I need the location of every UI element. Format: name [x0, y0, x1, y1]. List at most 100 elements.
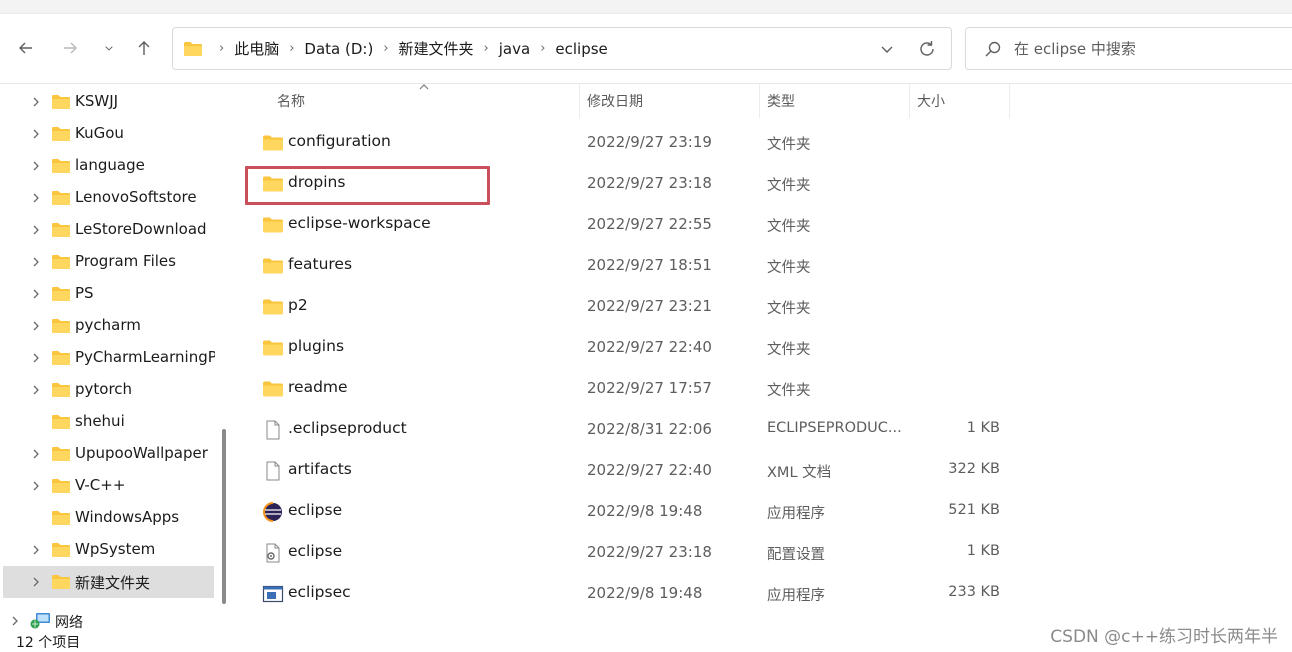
chevron-right-icon[interactable]: ›	[484, 41, 489, 56]
column-divider[interactable]	[579, 84, 580, 118]
breadcrumb-eclipse[interactable]: eclipse	[555, 40, 607, 58]
breadcrumb-java[interactable]: java	[499, 40, 530, 58]
sidebar-item-kugou[interactable]: KuGou	[3, 118, 214, 150]
navigation-pane: KSWJJ KuGou language LenovoSoftstore LeS…	[0, 84, 236, 631]
file-modified: 2022/9/8 19:48	[587, 502, 703, 520]
chevron-right-icon[interactable]	[30, 320, 42, 332]
chevron-down-icon[interactable]	[876, 39, 898, 59]
chevron-right-icon[interactable]: ›	[383, 41, 388, 56]
file-modified: 2022/8/31 22:06	[587, 420, 712, 438]
chevron-right-icon[interactable]	[30, 576, 42, 588]
sidebar-item-new-folder[interactable]: 新建文件夹	[3, 566, 214, 598]
chevron-right-icon[interactable]	[30, 96, 42, 108]
breadcrumb-this-pc[interactable]: 此电脑	[234, 38, 279, 59]
sidebar-item-pytorch[interactable]: pytorch	[3, 374, 214, 406]
folder-icon	[52, 287, 70, 301]
chevron-right-icon: ›	[219, 41, 225, 56]
file-row[interactable]: eclipse 2022/9/27 23:18 配置设置 1 KB	[252, 533, 1012, 571]
column-divider[interactable]	[1009, 84, 1010, 118]
chevron-right-icon[interactable]	[30, 448, 42, 460]
chevron-right-icon[interactable]	[30, 384, 42, 396]
sidebar-item-ps[interactable]: PS	[3, 278, 214, 310]
sidebar-item-language[interactable]: language	[3, 150, 214, 182]
sidebar-item-pycharm[interactable]: pycharm	[3, 310, 214, 342]
sidebar-item-upupoowallpaper[interactable]: UpupooWallpaper	[3, 438, 214, 470]
chevron-right-icon[interactable]	[30, 288, 42, 300]
chevron-right-icon[interactable]	[30, 128, 42, 140]
file-row[interactable]: readme 2022/9/27 17:57 文件夹	[252, 369, 1012, 407]
sidebar-item-program-files[interactable]: Program Files	[3, 246, 214, 278]
chevron-right-icon[interactable]	[30, 224, 42, 236]
column-divider[interactable]	[909, 84, 910, 118]
back-button[interactable]	[12, 34, 40, 62]
folder-icon	[263, 340, 283, 356]
file-type: 应用程序	[767, 588, 825, 604]
forward-button[interactable]	[56, 34, 84, 62]
file-modified: 2022/9/27 18:51	[587, 256, 712, 274]
sidebar-item-label: PS	[75, 284, 94, 302]
file-modified: 2022/9/27 23:21	[587, 297, 712, 315]
breadcrumb-new-folder[interactable]: 新建文件夹	[399, 38, 474, 59]
column-header-size[interactable]: 大小	[917, 84, 945, 118]
address-bar[interactable]: › 此电脑 › Data (D:) › 新建文件夹 › java › eclip…	[172, 27, 952, 70]
sidebar-item-lestoredownload[interactable]: LeStoreDownload	[3, 214, 214, 246]
column-header-type[interactable]: 类型	[767, 84, 795, 118]
column-header-modified[interactable]: 修改日期	[587, 84, 643, 118]
file-name: eclipse-workspace	[288, 214, 431, 232]
sidebar-item-windowsapps[interactable]: WindowsApps	[3, 502, 214, 534]
file-type: 文件夹	[767, 342, 811, 358]
file-row[interactable]: eclipse 2022/9/8 19:48 应用程序 521 KB	[252, 492, 1012, 530]
sidebar-scrollbar[interactable]	[222, 429, 226, 604]
file-size: 322 KB	[948, 461, 1000, 477]
sidebar-item-pycharmlearningproject[interactable]: PyCharmLearningProject	[3, 342, 215, 374]
sidebar-item-wpsystem[interactable]: WpSystem	[3, 534, 214, 566]
file-row[interactable]: .eclipseproduct 2022/8/31 22:06 ECLIPSEP…	[252, 410, 1012, 448]
chevron-right-icon[interactable]	[9, 615, 21, 627]
file-row[interactable]: eclipsec 2022/9/8 19:48 应用程序 233 KB	[252, 574, 1012, 612]
file-row[interactable]: plugins 2022/9/27 22:40 文件夹	[252, 328, 1012, 366]
breadcrumb-data-drive[interactable]: Data (D:)	[304, 40, 373, 58]
file-name: readme	[288, 378, 348, 396]
sidebar-item-label: PyCharmLearningProject	[75, 348, 215, 366]
chevron-right-icon[interactable]: ›	[289, 41, 294, 56]
file-modified: 2022/9/27 23:19	[587, 133, 712, 151]
chevron-right-icon[interactable]	[30, 160, 42, 172]
sidebar-item-v-cpp[interactable]: V-C++	[3, 470, 214, 502]
file-modified: 2022/9/27 23:18	[587, 543, 712, 561]
recent-locations-button[interactable]	[95, 34, 123, 62]
item-count: 12 个项目	[16, 635, 81, 651]
file-row[interactable]: eclipse-workspace 2022/9/27 22:55 文件夹	[252, 205, 1012, 243]
chevron-right-icon[interactable]	[30, 352, 42, 364]
column-header-name[interactable]: 名称	[277, 84, 305, 118]
folder-icon	[52, 479, 70, 493]
sidebar-item-lenovosoftstore[interactable]: LenovoSoftstore	[3, 182, 214, 214]
refresh-icon[interactable]	[916, 38, 938, 60]
sidebar-item-label: LenovoSoftstore	[75, 188, 197, 206]
folder-icon	[263, 217, 283, 233]
chevron-right-icon[interactable]	[30, 480, 42, 492]
file-row[interactable]: configuration 2022/9/27 23:19 文件夹	[252, 123, 1012, 161]
chevron-right-icon[interactable]	[30, 256, 42, 268]
sidebar-item-shehui[interactable]: shehui	[3, 406, 214, 438]
search-input[interactable]	[1014, 36, 1292, 62]
sidebar-item-network[interactable]: 网络	[0, 610, 214, 632]
sidebar-item-label: WpSystem	[75, 540, 156, 558]
chevron-right-icon[interactable]	[30, 544, 42, 556]
folder-icon	[52, 319, 70, 333]
file-name: p2	[288, 296, 308, 314]
sidebar-item-kswjj[interactable]: KSWJJ	[3, 86, 214, 118]
sidebar-item-label: language	[75, 156, 145, 174]
folder-icon	[52, 191, 70, 205]
column-divider[interactable]	[759, 84, 760, 118]
chevron-right-icon[interactable]	[30, 192, 42, 204]
folder-icon	[52, 127, 70, 141]
file-modified: 2022/9/27 17:57	[587, 379, 712, 397]
up-button[interactable]	[130, 34, 158, 62]
file-row[interactable]: artifacts 2022/9/27 22:40 XML 文档 322 KB	[252, 451, 1012, 489]
search-box[interactable]	[965, 27, 1292, 70]
chevron-down-icon	[105, 46, 113, 51]
file-row[interactable]: features 2022/9/27 18:51 文件夹	[252, 246, 1012, 284]
file-size: 1 KB	[966, 543, 1000, 559]
file-row[interactable]: p2 2022/9/27 23:21 文件夹	[252, 287, 1012, 325]
chevron-right-icon[interactable]: ›	[540, 41, 545, 56]
